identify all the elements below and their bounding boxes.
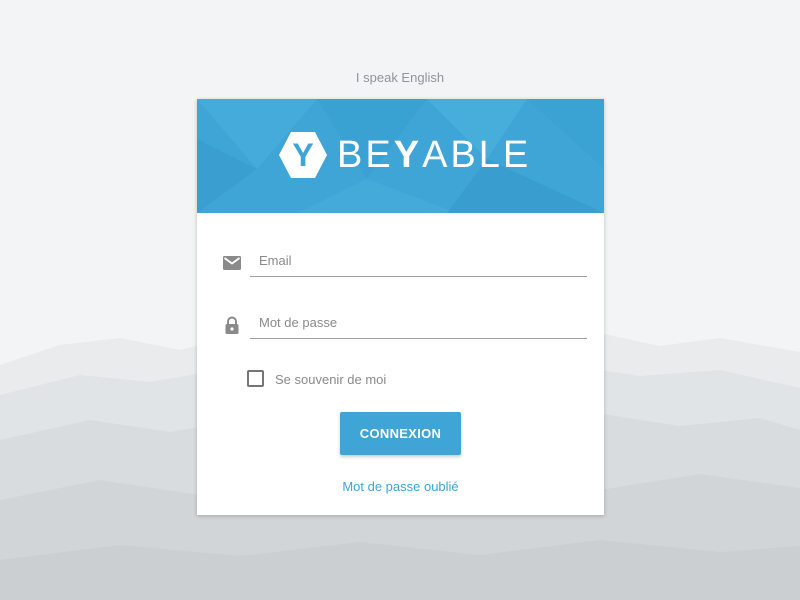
email-icon <box>223 256 241 270</box>
login-button[interactable]: CONNEXION <box>340 412 461 455</box>
remember-me-checkbox[interactable] <box>247 370 264 387</box>
password-field-group <box>221 306 587 346</box>
remember-me-label: Se souvenir de moi <box>275 372 387 387</box>
hexagon-logo-icon: Y <box>279 132 327 178</box>
login-card: Y BEYABLE Se souvenir de moi CONNEXION M… <box>197 99 604 515</box>
language-switch-link[interactable]: I speak English <box>0 70 800 85</box>
lock-icon <box>225 316 239 334</box>
brand-name-suffix: ABLE <box>422 134 532 176</box>
brand-name-prefix: BE <box>337 134 394 176</box>
forgot-password-link[interactable]: Mot de passe oublié <box>197 479 604 494</box>
logo-mark-letter: Y <box>292 137 313 173</box>
password-input[interactable] <box>250 306 587 339</box>
email-input[interactable] <box>250 244 587 277</box>
brand-name: BEYABLE <box>337 134 531 176</box>
email-field-group <box>221 244 587 284</box>
brand-name-highlight: Y <box>393 134 423 176</box>
card-header: Y BEYABLE <box>197 99 604 213</box>
